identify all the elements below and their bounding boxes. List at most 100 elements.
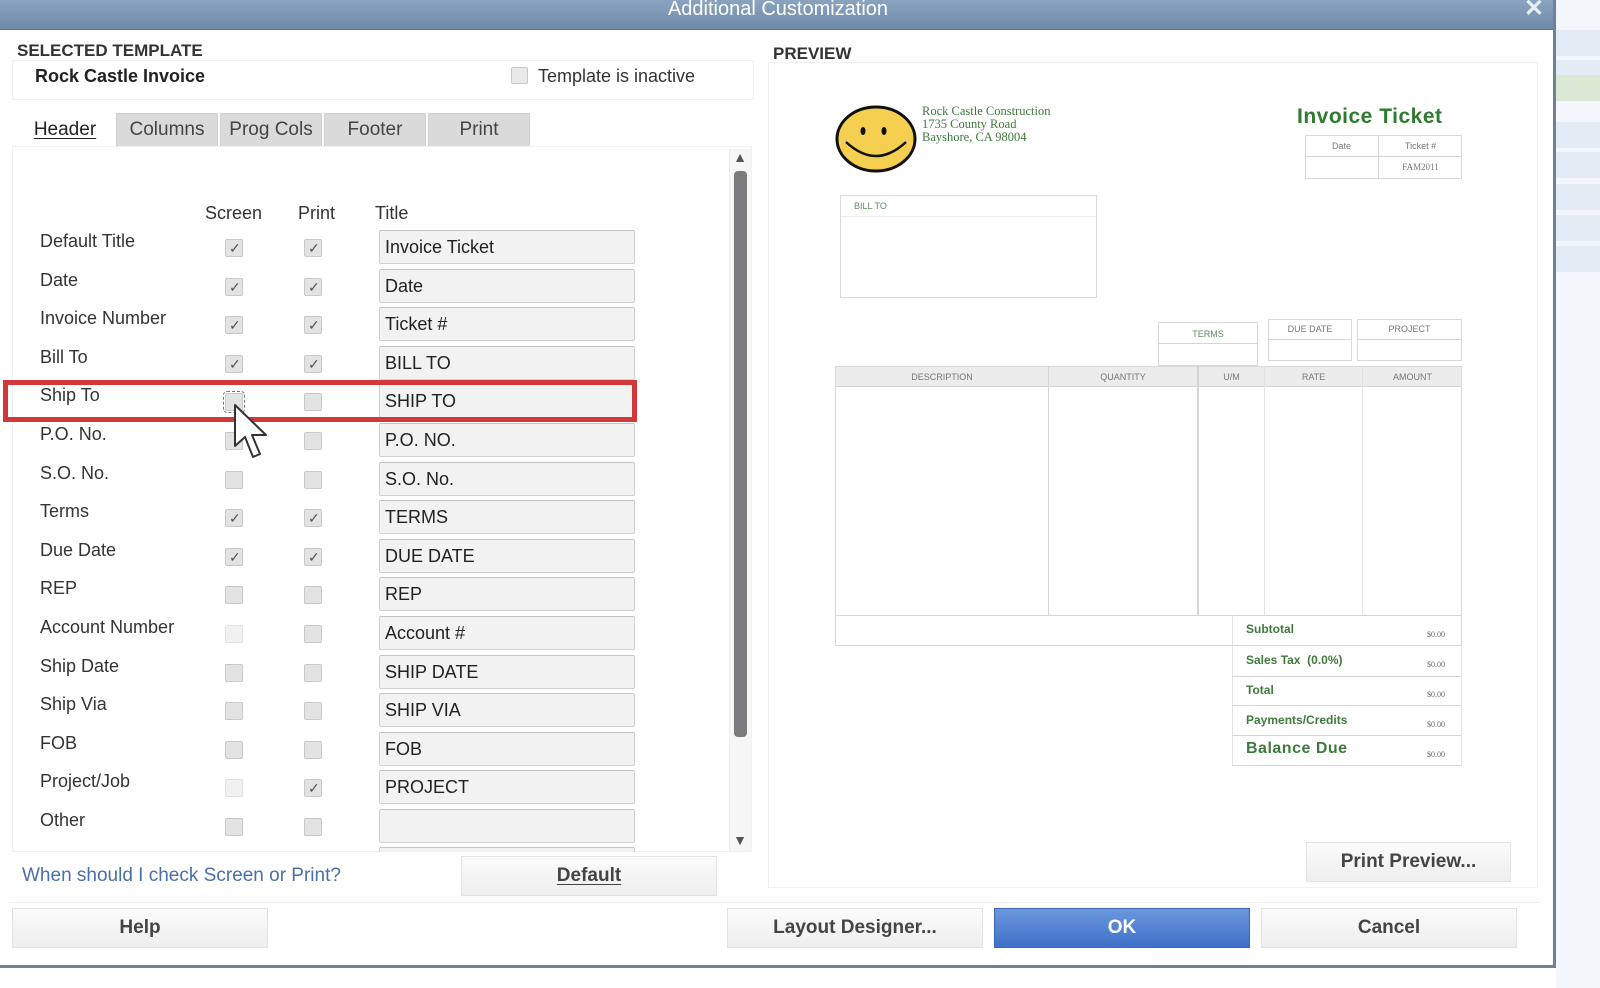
print-checkbox[interactable] bbox=[304, 586, 322, 604]
column-header-print: Print bbox=[298, 203, 336, 223]
checkmark-icon: ✓ bbox=[229, 549, 241, 565]
screen-checkbox[interactable] bbox=[225, 702, 243, 720]
print-checkbox[interactable]: ✓ bbox=[304, 355, 322, 373]
field-label: FOB bbox=[40, 733, 78, 753]
grid-line bbox=[1048, 366, 1049, 615]
title-input[interactable] bbox=[379, 500, 635, 534]
col-rate: RATE bbox=[1301, 372, 1326, 382]
help-button[interactable]: Help bbox=[12, 908, 268, 948]
screen-checkbox[interactable]: ✓ bbox=[225, 239, 243, 257]
title-input[interactable] bbox=[379, 655, 635, 689]
ticket-value: FAM2011 bbox=[1402, 162, 1439, 172]
print-checkbox[interactable] bbox=[304, 664, 322, 682]
scrollbar-thumb[interactable] bbox=[734, 171, 747, 737]
field-label: Ship To bbox=[40, 385, 100, 405]
ok-button[interactable]: OK bbox=[994, 908, 1250, 948]
tab-header[interactable]: Header bbox=[16, 113, 114, 147]
screen-checkbox[interactable]: ✓ bbox=[225, 278, 243, 296]
balance-due-label: Balance Due bbox=[1246, 740, 1348, 757]
selected-template-heading: SELECTED TEMPLATE bbox=[17, 41, 203, 60]
tab-prog-cols[interactable]: Prog Cols bbox=[220, 113, 322, 147]
template-inactive-checkbox[interactable] bbox=[511, 67, 528, 84]
tab-print[interactable]: Print bbox=[428, 113, 530, 147]
template-inactive-label: Template is inactive bbox=[538, 66, 696, 86]
col-quantity: QUANTITY bbox=[1100, 372, 1146, 382]
line-items-table bbox=[835, 366, 1462, 646]
total-value: $0.00 bbox=[1427, 690, 1445, 699]
print-checkbox[interactable] bbox=[304, 625, 322, 643]
title-input[interactable] bbox=[379, 230, 635, 264]
print-checkbox[interactable]: ✓ bbox=[304, 278, 322, 296]
screen-checkbox[interactable]: ✓ bbox=[225, 316, 243, 334]
due-date-label: DUE DATE bbox=[1287, 324, 1333, 334]
print-checkbox[interactable] bbox=[304, 393, 322, 411]
screen-checkbox[interactable] bbox=[225, 664, 243, 682]
title-input[interactable] bbox=[379, 462, 635, 496]
title-input[interactable] bbox=[379, 732, 635, 766]
bill-to-label: BILL TO bbox=[854, 201, 887, 211]
screen-checkbox[interactable]: ✓ bbox=[225, 548, 243, 566]
layout-designer-button[interactable]: Layout Designer... bbox=[727, 908, 983, 948]
scroll-up-arrow-icon[interactable]: ▲ bbox=[731, 149, 749, 167]
checkmark-icon: ✓ bbox=[308, 780, 320, 796]
title-input[interactable] bbox=[379, 269, 635, 303]
col-description: DESCRIPTION bbox=[911, 372, 973, 382]
title-input[interactable] bbox=[379, 307, 635, 341]
print-checkbox[interactable] bbox=[304, 432, 322, 450]
print-checkbox[interactable] bbox=[304, 702, 322, 720]
print-checkbox[interactable] bbox=[304, 471, 322, 489]
title-input[interactable] bbox=[379, 616, 635, 650]
title-input[interactable] bbox=[379, 770, 635, 804]
print-checkbox[interactable]: ✓ bbox=[304, 548, 322, 566]
title-input[interactable] bbox=[379, 346, 635, 380]
print-preview-button[interactable]: Print Preview... bbox=[1306, 842, 1511, 882]
screen-checkbox[interactable] bbox=[225, 741, 243, 759]
default-button[interactable]: Default bbox=[461, 856, 717, 896]
grid-line bbox=[1232, 735, 1462, 736]
title-input[interactable] bbox=[379, 693, 635, 727]
print-checkbox[interactable]: ✓ bbox=[304, 779, 322, 797]
field-label: REP bbox=[40, 578, 78, 598]
screen-checkbox[interactable] bbox=[225, 586, 243, 604]
screen-checkbox[interactable]: ✓ bbox=[225, 509, 243, 527]
print-checkbox[interactable] bbox=[304, 741, 322, 759]
title-input[interactable] bbox=[379, 384, 635, 418]
divider bbox=[10, 902, 1540, 903]
sales-tax-label: Sales Tax (0.0%) bbox=[1246, 653, 1343, 667]
screen-checkbox[interactable] bbox=[225, 625, 243, 643]
print-checkbox[interactable]: ✓ bbox=[304, 509, 322, 527]
screen-checkbox[interactable]: ✓ bbox=[225, 355, 243, 373]
cancel-button[interactable]: Cancel bbox=[1261, 908, 1517, 948]
grid-line bbox=[1362, 366, 1363, 615]
screen-checkbox[interactable] bbox=[225, 818, 243, 836]
column-header-title: Title bbox=[375, 203, 409, 223]
print-checkbox[interactable]: ✓ bbox=[304, 239, 322, 257]
checkmark-icon: ✓ bbox=[229, 356, 241, 372]
title-input[interactable] bbox=[379, 809, 635, 843]
screen-checkbox[interactable] bbox=[225, 432, 243, 450]
sales-tax-value: $0.00 bbox=[1427, 660, 1445, 669]
field-label: Ship Date bbox=[40, 656, 120, 676]
scroll-down-arrow-icon[interactable]: ▼ bbox=[731, 832, 749, 850]
title-input[interactable] bbox=[379, 423, 635, 457]
grid-line bbox=[1305, 156, 1462, 157]
checkmark-icon: ✓ bbox=[308, 549, 320, 565]
tab-columns[interactable]: Columns bbox=[116, 113, 218, 147]
tab-footer[interactable]: Footer bbox=[324, 113, 426, 147]
payments-credits-value: $0.00 bbox=[1427, 720, 1445, 729]
screen-or-print-help-link[interactable]: When should I check Screen or Print? bbox=[22, 865, 341, 887]
subtotal-label: Subtotal bbox=[1246, 622, 1294, 636]
field-label: Ship Via bbox=[40, 694, 107, 714]
grid-line bbox=[1158, 343, 1258, 344]
close-icon[interactable]: ✕ bbox=[1524, 0, 1544, 21]
screen-checkbox[interactable] bbox=[225, 779, 243, 797]
title-input[interactable] bbox=[379, 539, 635, 573]
print-checkbox[interactable]: ✓ bbox=[304, 316, 322, 334]
field-label: Invoice Number bbox=[40, 308, 167, 328]
screen-checkbox[interactable] bbox=[225, 471, 243, 489]
title-input[interactable] bbox=[379, 577, 635, 611]
grid-line bbox=[1232, 705, 1462, 706]
checkmark-icon: ✓ bbox=[308, 240, 320, 256]
screen-checkbox[interactable] bbox=[223, 391, 245, 413]
print-checkbox[interactable] bbox=[304, 818, 322, 836]
